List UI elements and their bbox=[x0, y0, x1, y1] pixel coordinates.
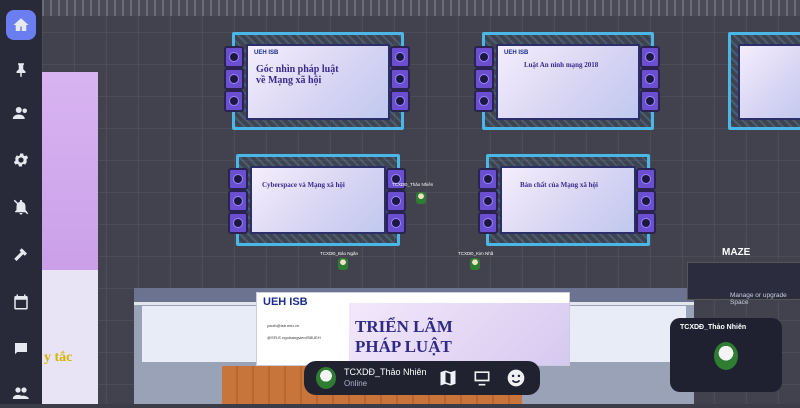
stage-4: Cyberspace và Mạng xã hội bbox=[228, 154, 406, 246]
manage-space-hint[interactable]: Manage or upgrade Space bbox=[730, 292, 800, 306]
stage-screen-2: UEH ISB Luật An ninh mạng 2018 bbox=[496, 44, 640, 120]
avatar[interactable] bbox=[316, 367, 336, 389]
left-banner-board: y tắc bbox=[42, 270, 98, 404]
bottom-control-bar: TCXDĐ_Thảo Nhiên Online bbox=[304, 361, 540, 395]
pin-icon bbox=[16, 63, 26, 77]
people-icon bbox=[12, 107, 27, 119]
user-card-name: TCXDĐ_Thảo Nhiên bbox=[680, 324, 747, 331]
fence bbox=[42, 0, 800, 16]
map-button[interactable] bbox=[438, 368, 458, 388]
user-video-card[interactable]: TCXDĐ_Thảo Nhiên bbox=[670, 318, 782, 392]
chat-icon bbox=[15, 343, 27, 355]
stage-3 bbox=[724, 32, 800, 130]
stage-screen-1: UEH ISB Góc nhìn pháp luật về Mạng xã hộ… bbox=[246, 44, 390, 120]
self-name: TCXDĐ_Thảo Nhiên bbox=[344, 367, 427, 377]
stage-screen-3 bbox=[738, 44, 800, 120]
exhibition-banner[interactable]: UEH ISB youth@isb.edu.vn @SFLE.ngoisangv… bbox=[256, 292, 570, 366]
build-button[interactable] bbox=[6, 240, 36, 270]
player-avatar[interactable] bbox=[338, 258, 348, 270]
self-status: Online bbox=[344, 379, 368, 388]
hammer-icon bbox=[14, 248, 27, 261]
gear-icon bbox=[13, 153, 29, 167]
maze-label: MAZE bbox=[722, 247, 751, 258]
map-icon bbox=[440, 370, 456, 386]
people-button[interactable] bbox=[6, 98, 36, 128]
participants-icon bbox=[12, 387, 29, 399]
stage-2: UEH ISB Luật An ninh mạng 2018 bbox=[474, 32, 660, 130]
screen-logo: UEH ISB bbox=[504, 50, 529, 56]
player-label: TCXDĐ_Thảo Nhiên bbox=[392, 182, 434, 187]
mute-button[interactable] bbox=[6, 192, 36, 222]
stage-1: UEH ISB Góc nhìn pháp luật về Mạng xã hộ… bbox=[224, 32, 410, 130]
screen-share-icon bbox=[474, 371, 490, 386]
screen-title-2: Luật An ninh mạng 2018 bbox=[524, 61, 599, 69]
banner-title-line2: PHÁP LUẬT bbox=[355, 337, 452, 356]
settings-button[interactable] bbox=[6, 145, 36, 175]
banner-logo: UEH ISB bbox=[263, 296, 308, 308]
player-label: TCXDĐ_Bảo Ngân bbox=[320, 251, 359, 256]
emoji-icon bbox=[507, 369, 525, 387]
screen-share-button[interactable] bbox=[472, 368, 492, 388]
player-label: TCXDĐ_Kim Nhã bbox=[458, 251, 494, 256]
mute-icon bbox=[13, 199, 29, 215]
home-icon bbox=[13, 18, 29, 31]
emoji-button[interactable] bbox=[506, 368, 526, 388]
stage-screen-4: Cyberspace và Mạng xã hội bbox=[250, 166, 386, 234]
screen-title-1: Góc nhìn pháp luật về Mạng xã hội bbox=[256, 64, 339, 86]
screen-title-5: Bản chất của Mạng xã hội bbox=[520, 181, 598, 189]
banner-facebook: @SFLE.ngoisangvienISBUEH bbox=[267, 335, 321, 340]
player-avatar[interactable] bbox=[416, 192, 426, 204]
screen-title-4: Cyberspace và Mạng xã hội bbox=[262, 181, 345, 189]
stage-screen-5: Bản chất của Mạng xã hội bbox=[500, 166, 636, 234]
chat-button[interactable] bbox=[6, 334, 36, 364]
banner-title-line1: TRIỂN LÃM bbox=[355, 317, 453, 336]
sidebar bbox=[0, 0, 42, 404]
avatar bbox=[714, 342, 738, 370]
calendar-icon bbox=[14, 294, 28, 310]
calendar-button[interactable] bbox=[6, 287, 36, 317]
banner-email: youth@isb.edu.vn bbox=[267, 323, 300, 328]
screen-logo: UEH ISB bbox=[254, 50, 279, 56]
home-button[interactable] bbox=[6, 10, 36, 40]
stage-5: Bản chất của Mạng xã hội bbox=[478, 154, 656, 246]
player-avatar[interactable] bbox=[470, 258, 480, 270]
left-banner-text: y tắc bbox=[44, 350, 73, 365]
pin-button[interactable] bbox=[6, 55, 36, 85]
